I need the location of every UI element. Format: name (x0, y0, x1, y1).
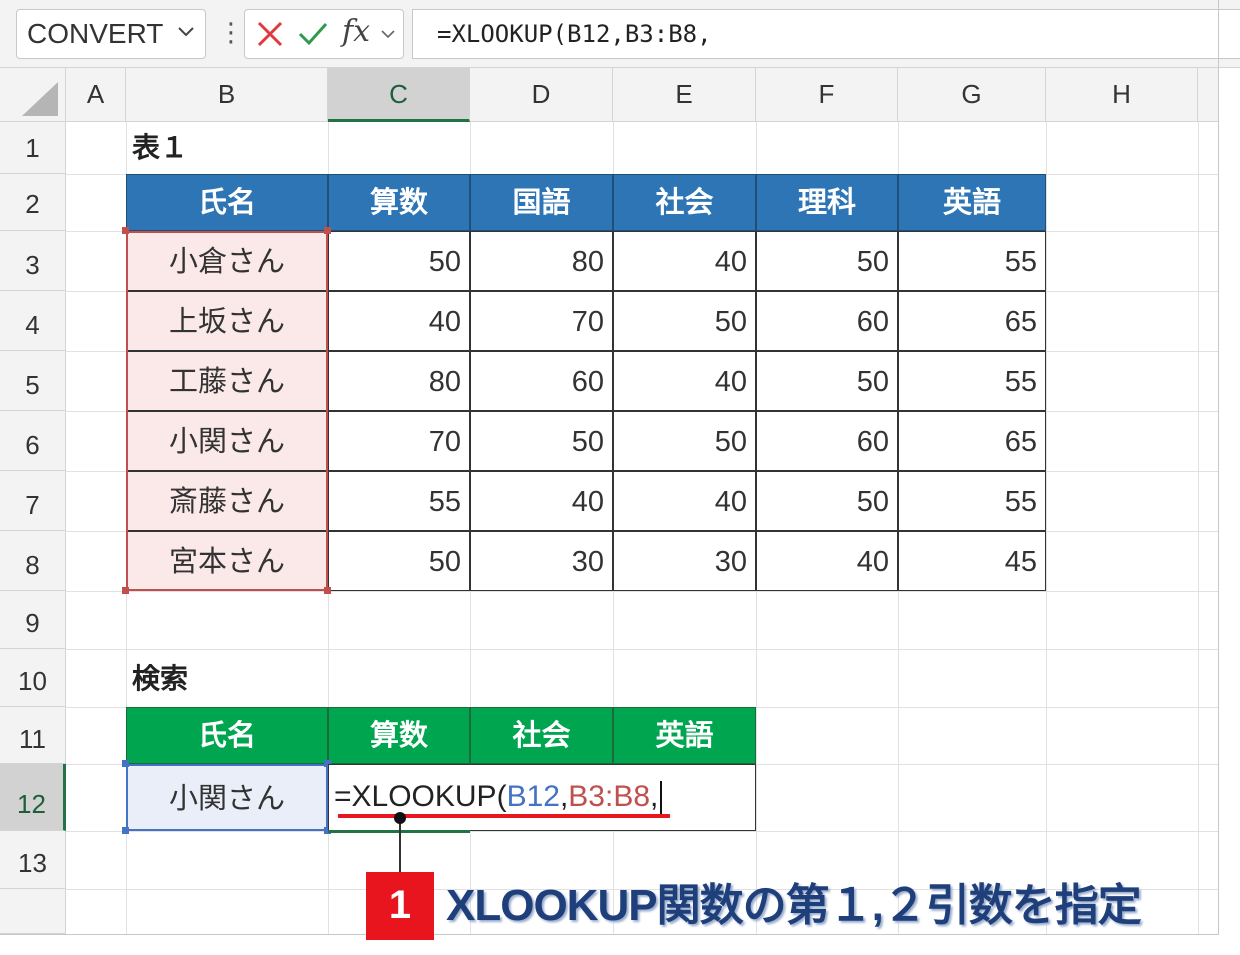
table1-header-science[interactable]: 理科 (756, 174, 898, 231)
search-name-cell[interactable]: 小関さん (126, 764, 328, 831)
select-all-corner[interactable] (0, 68, 66, 122)
callout-caption: XLOOKUP関数の第１,２引数を指定 (446, 881, 1142, 930)
table-cell[interactable]: 50 (613, 411, 756, 471)
formula-prefix: =XLOOKUP( (334, 780, 507, 813)
table1-header-math[interactable]: 算数 (328, 174, 470, 231)
column-header-D[interactable]: D (470, 68, 613, 122)
select-all-triangle-icon (22, 82, 58, 116)
table-cell[interactable]: 50 (756, 471, 898, 531)
table-cell[interactable]: 80 (328, 351, 470, 411)
search-header-name[interactable]: 氏名 (126, 707, 328, 764)
table-cell[interactable]: 40 (613, 351, 756, 411)
annotation-underline (338, 814, 670, 818)
row-header-8[interactable]: 8 (0, 531, 66, 591)
table-cell[interactable]: 50 (756, 351, 898, 411)
row-header-2[interactable]: 2 (0, 174, 66, 231)
table-cell[interactable]: 45 (898, 531, 1046, 591)
range-handle[interactable] (122, 227, 129, 234)
formula-arg2: B3:B8 (568, 780, 651, 813)
chevron-down-icon[interactable] (380, 26, 396, 42)
column-header-F[interactable]: F (756, 68, 898, 122)
search-header-english[interactable]: 英語 (613, 707, 756, 764)
table-cell[interactable]: 40 (613, 471, 756, 531)
table-cell[interactable]: 55 (898, 351, 1046, 411)
range-handle[interactable] (324, 587, 331, 594)
column-header-E[interactable]: E (613, 68, 756, 122)
range-handle[interactable] (122, 587, 129, 594)
table1-header-name[interactable]: 氏名 (126, 174, 328, 231)
table1-header-english[interactable]: 英語 (898, 174, 1046, 231)
table-cell[interactable]: 50 (470, 411, 613, 471)
table-cell[interactable]: 55 (898, 231, 1046, 291)
table-cell[interactable]: 50 (613, 291, 756, 351)
insert-function-icon[interactable]: fx (342, 12, 378, 52)
text-cursor (660, 781, 663, 816)
search-title: 検索 (132, 663, 189, 694)
table-cell[interactable]: 60 (756, 411, 898, 471)
callout-pointer-dot (394, 812, 406, 824)
cancel-icon[interactable] (254, 18, 286, 50)
column-header-H[interactable]: H (1046, 68, 1198, 122)
row-header-10[interactable]: 10 (0, 649, 66, 707)
row-header-9[interactable]: 9 (0, 591, 66, 649)
table-cell[interactable]: 55 (898, 471, 1046, 531)
table-cell[interactable]: 30 (470, 531, 613, 591)
row-header-12[interactable]: 12 (0, 764, 66, 831)
table-cell[interactable]: 40 (328, 291, 470, 351)
chevron-down-icon[interactable] (176, 22, 196, 42)
check-icon[interactable] (296, 18, 330, 50)
callout-step-badge: 1 (366, 872, 434, 940)
row-header-11[interactable]: 11 (0, 707, 66, 764)
table-cell[interactable]: 55 (328, 471, 470, 531)
formula-input[interactable]: =XLOOKUP(B12,B3:B8, (412, 9, 1240, 59)
range-handle[interactable] (324, 227, 331, 234)
table-cell[interactable]: 50 (756, 231, 898, 291)
row-header-6[interactable]: 6 (0, 411, 66, 471)
row-header-next[interactable] (0, 889, 66, 934)
formula-arg1: B12 (506, 780, 560, 813)
table-cell[interactable]: 65 (898, 291, 1046, 351)
column-header-next[interactable] (1198, 68, 1218, 122)
range-handle[interactable] (122, 760, 129, 767)
search-header-math[interactable]: 算数 (328, 707, 470, 764)
search-header-social[interactable]: 社会 (470, 707, 613, 764)
table-cell[interactable]: 70 (328, 411, 470, 471)
row-header-5[interactable]: 5 (0, 351, 66, 411)
table-cell[interactable]: 30 (613, 531, 756, 591)
row-header-1[interactable]: 1 (0, 122, 66, 174)
column-header-C[interactable]: C (328, 68, 470, 122)
table-cell[interactable]: 40 (756, 531, 898, 591)
row-header-3[interactable]: 3 (0, 231, 66, 291)
row-header-13[interactable]: 13 (0, 831, 66, 889)
table-cell[interactable]: 70 (470, 291, 613, 351)
column-header-A[interactable]: A (66, 68, 126, 122)
table1-header-social[interactable]: 社会 (613, 174, 756, 231)
range-reference-highlight-red (126, 231, 328, 591)
column-header-G[interactable]: G (898, 68, 1046, 122)
more-options-icon[interactable]: ⋮ (218, 14, 244, 54)
table-cell[interactable]: 60 (470, 351, 613, 411)
callout-pointer-line (399, 818, 401, 872)
table-cell[interactable]: 50 (328, 531, 470, 591)
row-header-7[interactable]: 7 (0, 471, 66, 531)
row-header-4[interactable]: 4 (0, 291, 66, 351)
table1-title: 表１ (132, 132, 189, 163)
formula-sep: , (650, 780, 659, 813)
table-cell[interactable]: 80 (470, 231, 613, 291)
table-cell[interactable]: 60 (756, 291, 898, 351)
range-handle[interactable] (122, 827, 129, 834)
table-cell[interactable]: 40 (470, 471, 613, 531)
table-cell[interactable]: 65 (898, 411, 1046, 471)
table1-header-japanese[interactable]: 国語 (470, 174, 613, 231)
column-header-B[interactable]: B (126, 68, 328, 122)
table-cell[interactable]: 40 (613, 231, 756, 291)
table-cell[interactable]: 50 (328, 231, 470, 291)
